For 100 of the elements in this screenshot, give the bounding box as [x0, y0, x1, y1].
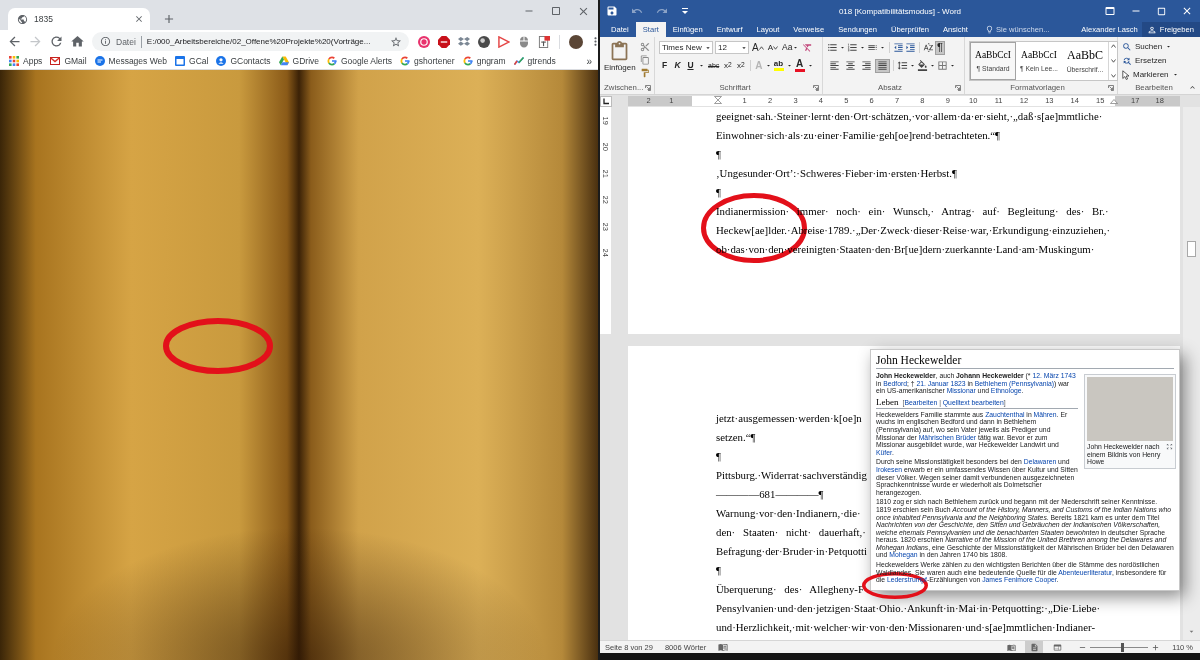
ribbon-options-icon[interactable] — [1104, 5, 1116, 17]
close-icon[interactable] — [134, 14, 144, 24]
back-icon[interactable] — [7, 34, 22, 49]
bullet-list-icon[interactable] — [827, 42, 838, 53]
bookmark[interactable]: Apps — [9, 56, 43, 66]
dialog-launcher-icon[interactable] — [813, 84, 819, 91]
new-tab-icon[interactable] — [162, 12, 176, 26]
enlarge-icon[interactable] — [1166, 443, 1173, 450]
home-icon[interactable] — [70, 34, 85, 49]
vertical-scrollbar[interactable] — [1183, 107, 1200, 640]
proofing-icon[interactable] — [718, 642, 729, 652]
person-icon[interactable] — [1146, 24, 1157, 35]
url-text: E:/000_Arbeitsbereiche/02_Offene%20Projekte%20(Vorträge... — [146, 37, 372, 46]
close-icon[interactable] — [1181, 5, 1193, 17]
caret-icon[interactable] — [839, 44, 846, 51]
bookmark[interactable]: GContacts — [216, 56, 271, 66]
bookmark[interactable]: gngram — [462, 56, 506, 66]
increase-indent-icon[interactable] — [905, 42, 916, 53]
caret-icon[interactable] — [909, 62, 916, 69]
annotation-ellipse — [862, 571, 928, 599]
bookmark[interactable]: GMail — [50, 56, 87, 66]
italic-button[interactable]: K — [672, 59, 683, 72]
print-layout-button[interactable] — [1025, 641, 1044, 653]
bookmark[interactable]: GDrive — [278, 56, 319, 66]
highlight-button[interactable]: ab — [773, 58, 784, 73]
style-sample: AaBbCcI — [1021, 50, 1057, 61]
font-size-box[interactable]: 12 — [715, 41, 749, 54]
zoom-slider-thumb[interactable] — [1120, 642, 1124, 652]
tab-selector-icon[interactable] — [600, 95, 612, 107]
mouse-icon[interactable] — [518, 35, 530, 48]
font-color-button[interactable]: A — [794, 58, 805, 73]
bold-button[interactable]: F — [659, 59, 670, 72]
zoom-in-icon[interactable] — [1151, 642, 1161, 652]
book-icon[interactable] — [1006, 642, 1016, 652]
reload-icon[interactable] — [49, 34, 64, 49]
info-icon[interactable] — [100, 36, 111, 47]
replace-icon[interactable] — [1122, 55, 1132, 66]
font-name-box[interactable]: Times New — [659, 41, 713, 54]
scrollbar-thumb[interactable] — [1187, 241, 1196, 257]
cursor-icon[interactable] — [1122, 69, 1130, 80]
document-icon[interactable] — [538, 35, 550, 48]
bookmark[interactable]: gshortener — [400, 56, 455, 66]
web-page-icon[interactable] — [1052, 642, 1062, 652]
browser-tab[interactable]: 1835 — [8, 8, 150, 30]
play-outline-icon[interactable] — [498, 35, 510, 48]
text-line: Pittsburg.·Widerrat·sachverständig — [716, 468, 867, 483]
maximize-icon[interactable] — [550, 5, 562, 17]
paint-bucket-icon[interactable] — [917, 60, 928, 71]
eraser-icon[interactable] — [802, 42, 814, 53]
show-marks-button[interactable]: ¶ — [935, 40, 945, 55]
caret-icon[interactable] — [929, 62, 936, 69]
bookmark[interactable]: gtrends — [513, 56, 556, 66]
box-logo-icon[interactable] — [458, 35, 470, 48]
ring-icon[interactable] — [418, 35, 430, 48]
ball-icon[interactable] — [478, 35, 490, 48]
caret-icon[interactable] — [949, 62, 956, 69]
page-icon[interactable] — [1029, 642, 1039, 652]
select-button[interactable]: Markieren — [1122, 68, 1197, 81]
bookmark[interactable]: Google Alerts — [327, 56, 393, 66]
superscript-button[interactable]: x$^{2}$ — [735, 59, 747, 72]
address-bar[interactable]: Datei E:/000_Arbeitsbereiche/02_Offene%20Projekte%20(Vorträge... — [92, 32, 409, 51]
replace-button[interactable]: Ersetzen — [1122, 54, 1197, 67]
caret-icon[interactable] — [698, 62, 705, 69]
underline-button[interactable]: U — [685, 59, 696, 72]
maximize-icon[interactable] — [1156, 5, 1167, 17]
dialog-launcher-icon[interactable] — [645, 84, 652, 91]
text-line: Überquerung· des· Allegheny-F — [716, 582, 864, 597]
indent-marker-icon[interactable] — [1110, 96, 1118, 106]
caret-icon[interactable] — [859, 44, 866, 51]
caret-up-icon — [758, 45, 764, 50]
save-icon[interactable] — [606, 5, 618, 17]
bookmark[interactable]: Messages Web — [94, 56, 167, 66]
bookmark[interactable]: GCal — [175, 56, 209, 66]
multilevel-list-icon[interactable] — [867, 42, 878, 53]
line-spacing-icon[interactable] — [897, 60, 908, 71]
grow-font-button[interactable]: A — [751, 41, 765, 54]
dialog-launcher-icon[interactable] — [1108, 84, 1114, 91]
decrease-indent-icon[interactable] — [893, 42, 904, 53]
style-sample: AaBbCcI — [975, 50, 1011, 61]
paintbrush-icon[interactable] — [639, 68, 650, 78]
more-bookmarks-button[interactable]: » — [586, 55, 592, 67]
find-button[interactable]: Suchen — [1122, 40, 1197, 53]
change-case-button[interactable]: Aa — [781, 41, 801, 54]
caret-icon[interactable] — [879, 44, 886, 51]
sort-icon[interactable] — [923, 42, 934, 53]
customize-menu-icon[interactable] — [681, 7, 689, 15]
dialog-launcher-icon[interactable] — [955, 84, 961, 91]
border-grid-icon[interactable] — [937, 60, 948, 71]
copy-icon[interactable] — [639, 55, 650, 65]
search-icon[interactable] — [1122, 41, 1132, 52]
scissors-icon[interactable] — [639, 42, 650, 52]
avatar[interactable] — [569, 34, 583, 49]
stop-sign-icon[interactable] — [438, 35, 450, 48]
star-icon[interactable] — [390, 35, 402, 48]
numbered-list-icon[interactable] — [847, 42, 858, 53]
shrink-font-button[interactable]: A — [766, 41, 779, 54]
text-line: ¶ — [716, 147, 721, 162]
paste-button[interactable]: Einfügen — [604, 40, 636, 81]
lightbulb-icon[interactable] — [984, 25, 994, 34]
indent-marker-icon[interactable] — [714, 96, 722, 106]
